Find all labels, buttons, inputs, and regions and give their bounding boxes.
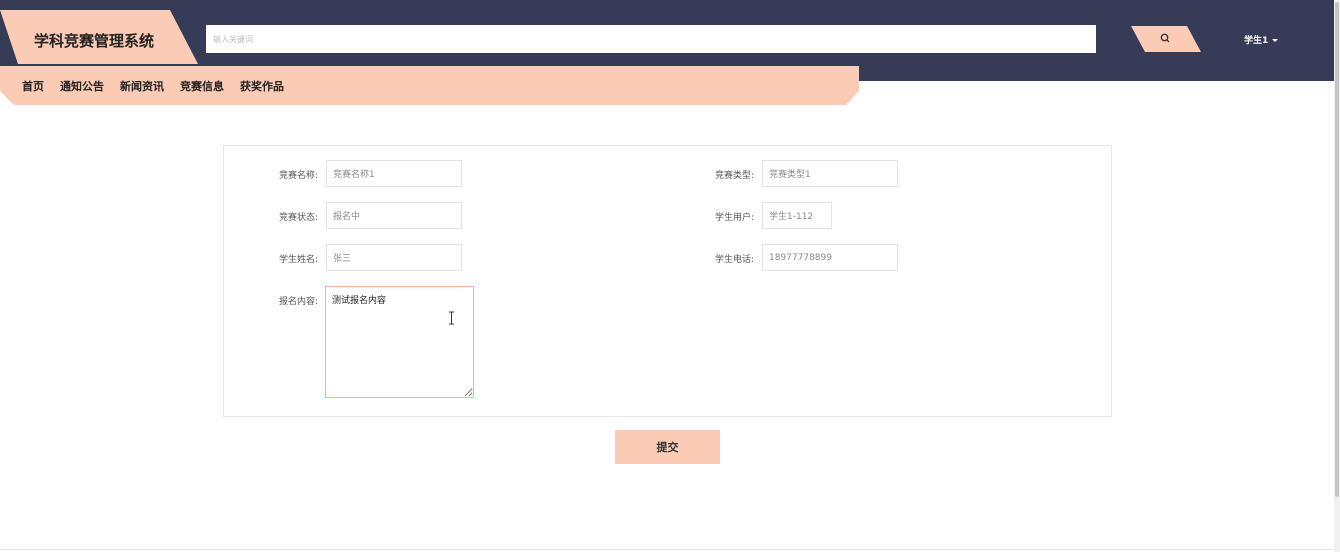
student-name-field[interactable]	[326, 244, 462, 271]
app-title: 学科竞赛管理系统	[34, 32, 155, 50]
student-phone-field[interactable]	[762, 244, 898, 271]
competition-name-field[interactable]	[326, 160, 462, 187]
competition-type-label: 竞赛类型:	[714, 171, 754, 181]
search-icon	[1160, 33, 1170, 43]
signup-content-textarea[interactable]: 测试报名内容	[325, 286, 474, 398]
submit-button[interactable]: 提交	[615, 430, 720, 464]
student-user-field[interactable]	[762, 202, 832, 229]
nav-item-awards[interactable]: 获奖作品	[240, 78, 284, 94]
competition-status-field[interactable]	[326, 202, 462, 229]
nav-item-news[interactable]: 新闻资讯	[120, 78, 164, 94]
caret-down-icon	[1272, 39, 1279, 42]
signup-content-label: 报名内容:	[278, 297, 318, 307]
student-name-label: 学生姓名:	[278, 255, 318, 265]
user-menu[interactable]: 学生1	[1244, 33, 1279, 46]
text-cursor-icon	[449, 311, 454, 325]
search-input[interactable]	[206, 25, 1096, 53]
nav-item-home[interactable]: 首页	[22, 78, 44, 94]
page-bottom-divider	[0, 549, 1334, 550]
main-nav: 首页 通知公告 新闻资讯 竞赛信息 获奖作品	[22, 78, 284, 94]
nav-item-notices[interactable]: 通知公告	[60, 78, 104, 94]
scrollbar-thumb[interactable]	[1335, 2, 1339, 497]
competition-name-label: 竞赛名称:	[278, 171, 318, 181]
competition-status-label: 竞赛状态:	[278, 213, 318, 223]
user-name: 学生1	[1244, 36, 1269, 46]
student-user-label: 学生用户:	[714, 213, 754, 223]
student-phone-label: 学生电话:	[714, 255, 754, 265]
competition-type-field[interactable]	[762, 160, 898, 187]
nav-item-competitions[interactable]: 竞赛信息	[180, 78, 224, 94]
